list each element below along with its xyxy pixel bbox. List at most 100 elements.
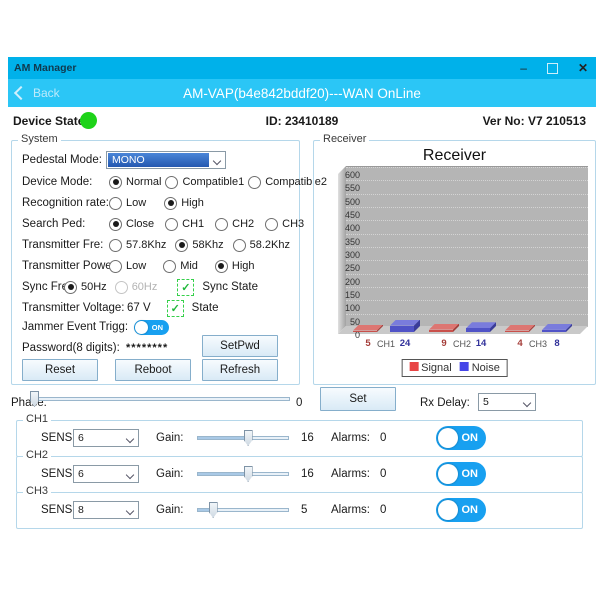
chart-plot-area — [346, 166, 588, 327]
radio-normal[interactable]: Normal — [109, 176, 161, 189]
radio-close[interactable]: Close — [109, 218, 154, 231]
alarms-label: Alarms: — [331, 432, 370, 444]
bar-noise-ch1 — [390, 320, 420, 332]
radio-ch3[interactable]: CH3 — [265, 218, 304, 231]
refresh-button[interactable]: Refresh — [202, 359, 278, 381]
signal-swatch-icon — [409, 362, 418, 371]
radio-icon — [265, 218, 278, 231]
radio-50hz[interactable]: 50Hz — [64, 281, 107, 294]
status-row: Device State: ID: 23410189 Ver No: V7 21… — [8, 107, 596, 135]
ch2-sens-select[interactable]: 6 — [73, 465, 139, 483]
maximize-icon[interactable] — [547, 63, 558, 74]
password-label: Password(8 digits): — [22, 342, 120, 354]
ch2-panel: CH2 SENS: 6 Gain: 16 Alarms: 0 ON — [16, 456, 583, 493]
ch1-sens-select[interactable]: 6 — [73, 429, 139, 447]
alarms-value: 0 — [380, 468, 386, 480]
ch3-toggle[interactable]: ON — [436, 498, 486, 522]
slider-fill — [198, 437, 247, 439]
toggle-knob — [438, 500, 458, 520]
radio-label: 60Hz — [132, 281, 158, 293]
ch3-gain-slider[interactable] — [197, 502, 289, 518]
y-tick-label: 150 — [320, 290, 360, 300]
slider-thumb[interactable] — [30, 391, 39, 407]
sync-fre-row: Sync Fre: 50Hz 60Hz ✓ Sync State — [12, 278, 299, 296]
rx-delay-value: 5 — [479, 396, 489, 408]
setpwd-button[interactable]: SetPwd — [202, 335, 278, 357]
device-title: AM-VAP(b4e842bddf20)---WAN OnLine — [8, 79, 596, 107]
app-window: AM Manager – ✕ Back AM-VAP(b4e842bddf20)… — [8, 57, 596, 546]
radio-power-high[interactable]: High — [215, 260, 255, 273]
radio-icon — [215, 218, 228, 231]
toggle-state-label: ON — [152, 323, 163, 332]
radio-power-mid[interactable]: Mid — [163, 260, 198, 273]
receiver-panel: Receiver Receiver 0501001502002503003504… — [313, 140, 596, 385]
window-title: AM Manager — [14, 62, 76, 74]
radio-60hz: 60Hz — [115, 281, 158, 294]
radio-label: 50Hz — [81, 281, 107, 293]
ch1-gain-slider[interactable] — [197, 430, 289, 446]
radio-label: High — [181, 197, 204, 209]
chart-title: Receiver — [314, 147, 595, 165]
radio-low[interactable]: Low — [109, 197, 146, 210]
device-mode-row: Device Mode: Normal Compatible1 Compatib… — [12, 173, 299, 191]
legend-signal-label: Signal — [421, 362, 452, 374]
radio-icon — [163, 260, 176, 273]
radio-ch2[interactable]: CH2 — [215, 218, 254, 231]
y-tick-label: 550 — [320, 183, 360, 193]
alarms-label: Alarms: — [331, 468, 370, 480]
pedestal-mode-select[interactable]: MONO — [106, 151, 226, 169]
minimize-icon[interactable]: – — [520, 57, 527, 79]
legend-noise: Noise — [460, 362, 500, 374]
close-icon[interactable]: ✕ — [578, 57, 588, 79]
y-tick-label: 500 — [320, 197, 360, 207]
search-ped-label: Search Ped: — [22, 218, 85, 230]
ch2-toggle[interactable]: ON — [436, 462, 486, 486]
ch3-panel-title: CH3 — [23, 485, 51, 497]
ch2-gain-slider[interactable] — [197, 466, 289, 482]
radio-power-low[interactable]: Low — [109, 260, 146, 273]
radio-label: CH1 — [182, 218, 204, 230]
phase-value: 0 — [296, 397, 302, 409]
radio-58khz[interactable]: 58Khz — [175, 239, 223, 252]
slider-thumb[interactable] — [209, 502, 218, 518]
chevron-down-icon — [213, 157, 221, 165]
ch3-sens-select[interactable]: 8 — [73, 501, 139, 519]
set-button[interactable]: Set — [320, 387, 396, 411]
slider-thumb[interactable] — [244, 430, 253, 446]
receiver-panel-title: Receiver — [320, 133, 369, 145]
radio-578khz[interactable]: 57.8Khz — [109, 239, 166, 252]
window-controls: – ✕ — [520, 57, 588, 79]
toggle-state-label: ON — [462, 504, 479, 516]
chevron-down-icon — [523, 399, 531, 407]
radio-icon — [215, 260, 228, 273]
y-tick-label: 350 — [320, 237, 360, 247]
radio-label: Mid — [180, 260, 198, 272]
radio-compatible1[interactable]: Compatible1 — [165, 176, 244, 189]
radio-icon — [109, 197, 122, 210]
radio-582khz[interactable]: 58.2Khz — [233, 239, 290, 252]
jammer-toggle[interactable]: ON — [134, 320, 169, 335]
version-number: Ver No: V7 210513 — [483, 114, 586, 128]
bar-signal-ch2 — [429, 324, 459, 332]
system-panel: System Pedestal Mode: MONO Device Mode: … — [11, 140, 300, 385]
radio-label: Low — [126, 260, 146, 272]
slider-thumb[interactable] — [244, 466, 253, 482]
receiver-bar-chart: 050100150200250300350400450500550600 524… — [338, 166, 588, 344]
ch1-toggle[interactable]: ON — [436, 426, 486, 450]
nav-header: Back AM-VAP(b4e842bddf20)---WAN OnLine — [8, 79, 596, 107]
radio-ch1[interactable]: CH1 — [165, 218, 204, 231]
reset-button[interactable]: Reset — [22, 359, 98, 381]
radio-icon — [109, 176, 122, 189]
reboot-button[interactable]: Reboot — [115, 359, 191, 381]
system-panel-title: System — [18, 133, 61, 145]
legend-signal: Signal — [409, 362, 452, 374]
phase-slider[interactable] — [30, 391, 290, 407]
pedestal-mode-row: Pedestal Mode: MONO — [12, 151, 299, 169]
state-label: State — [192, 302, 219, 314]
sens-value: 6 — [74, 432, 84, 444]
device-mode-label: Device Mode: — [22, 176, 92, 188]
rx-delay-select[interactable]: 5 — [478, 393, 536, 411]
bar-signal-ch3 — [505, 325, 535, 333]
y-tick-label: 450 — [320, 210, 360, 220]
radio-high[interactable]: High — [164, 197, 204, 210]
